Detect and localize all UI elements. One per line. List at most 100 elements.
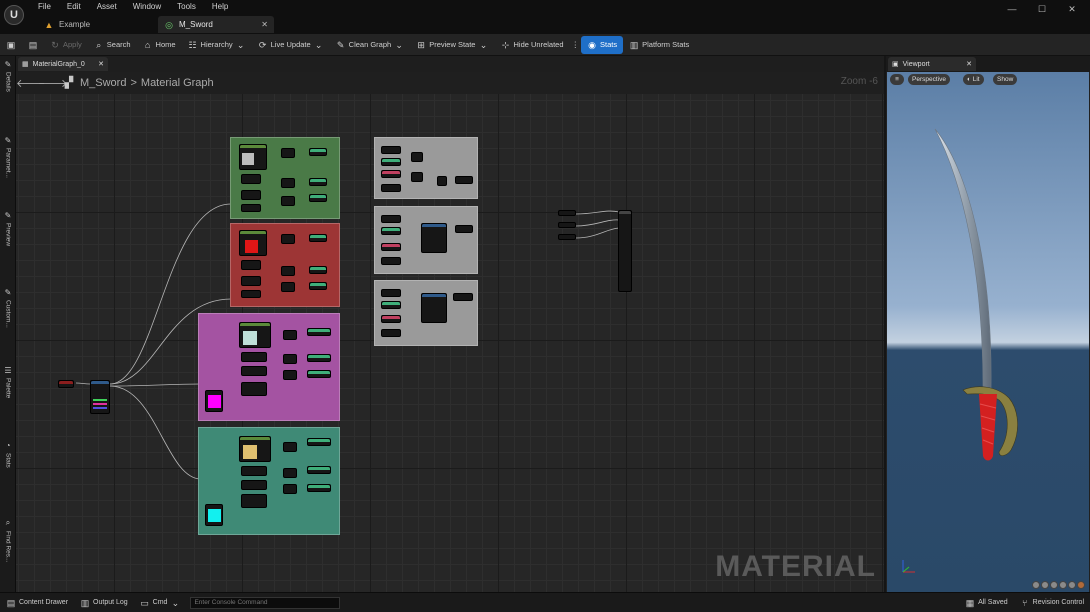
tab-m-sword[interactable]: ◎ M_Sword ✕ — [158, 16, 274, 33]
side-tab-details[interactable]: ✎ Details — [2, 60, 14, 92]
material-output-node[interactable] — [618, 210, 632, 292]
graph-node[interactable] — [281, 282, 295, 292]
graph-canvas[interactable]: MATERIAL — [16, 94, 884, 592]
graph-node[interactable] — [381, 289, 401, 297]
minimize-icon[interactable]: — — [1006, 3, 1018, 15]
breadcrumb-asset[interactable]: M_Sword — [80, 77, 126, 89]
menu-help[interactable]: Help — [212, 2, 236, 11]
graph-node[interactable] — [309, 234, 327, 242]
menu-edit[interactable]: Edit — [67, 2, 89, 11]
maximize-icon[interactable]: ☐ — [1036, 3, 1048, 15]
graph-node[interactable] — [455, 176, 473, 184]
unreal-logo-icon[interactable]: U — [4, 5, 24, 25]
preview-plane-icon[interactable] — [1050, 581, 1058, 589]
graph-node[interactable] — [283, 370, 297, 380]
forward-arrow-icon[interactable]: 🡒 — [38, 76, 68, 90]
graph-node[interactable] — [281, 178, 295, 188]
graph-node[interactable] — [307, 438, 331, 446]
graph-node[interactable] — [241, 352, 267, 362]
preview-mesh-icon[interactable] — [1068, 581, 1076, 589]
preview-settings-icon[interactable] — [1077, 581, 1085, 589]
graph-node[interactable] — [411, 172, 423, 182]
apply-button[interactable]: ↻ Apply — [44, 36, 88, 54]
graph-node[interactable] — [239, 144, 267, 170]
graph-node[interactable] — [283, 330, 297, 340]
side-tab-parameters[interactable]: ✎ Paramet... — [2, 136, 14, 178]
close-tab-icon[interactable]: ✕ — [261, 20, 268, 29]
preview-cylinder-icon[interactable] — [1041, 581, 1049, 589]
graph-node[interactable] — [90, 380, 110, 414]
menu-file[interactable]: File — [38, 2, 59, 11]
graph-node[interactable] — [283, 354, 297, 364]
graph-node[interactable] — [437, 176, 447, 186]
graph-node[interactable] — [381, 329, 401, 337]
graph-node[interactable] — [309, 148, 327, 156]
graph-node[interactable] — [307, 484, 331, 492]
side-tab-custom[interactable]: ✎ Custom... — [2, 288, 14, 328]
graph-node[interactable] — [381, 257, 401, 265]
graph-node[interactable] — [558, 234, 576, 240]
graph-node[interactable] — [381, 215, 401, 223]
breadcrumb-graph[interactable]: Material Graph — [141, 77, 214, 89]
graph-node[interactable] — [455, 225, 473, 233]
graph-node[interactable] — [241, 366, 267, 376]
graph-node[interactable] — [241, 382, 267, 396]
more-options-icon[interactable]: ⋮ — [570, 36, 582, 54]
graph-node[interactable] — [381, 158, 401, 166]
graph-node[interactable] — [558, 222, 576, 228]
graph-node[interactable] — [281, 266, 295, 276]
graph-node[interactable] — [205, 504, 223, 526]
comment-box-red[interactable] — [230, 223, 340, 307]
home-button[interactable]: ⌂ Home — [137, 36, 182, 54]
close-window-icon[interactable]: ✕ — [1066, 3, 1078, 15]
cmd-dropdown[interactable]: ▭ Cmd ⌄ — [134, 595, 187, 611]
graph-node[interactable] — [309, 178, 327, 186]
comment-box-gray-2[interactable] — [374, 206, 478, 274]
graph-node[interactable] — [381, 301, 401, 309]
graph-node[interactable] — [381, 146, 401, 154]
graph-node[interactable] — [239, 436, 271, 462]
browse-button[interactable]: ▤ — [22, 36, 44, 54]
graph-node[interactable] — [309, 282, 327, 290]
live-update-button[interactable]: ⟳ Live Update ⌄ — [252, 36, 330, 54]
graph-node[interactable] — [241, 190, 261, 200]
graph-node[interactable] — [241, 204, 261, 212]
graph-node[interactable] — [58, 380, 74, 388]
graph-node[interactable] — [241, 466, 267, 476]
graph-node[interactable] — [307, 466, 331, 474]
comment-box-green[interactable] — [230, 137, 340, 219]
graph-node[interactable] — [241, 494, 267, 508]
graph-node[interactable] — [241, 480, 267, 490]
back-arrow-icon[interactable]: 🡐 — [16, 76, 46, 90]
close-tab-icon[interactable]: ✕ — [98, 60, 104, 68]
console-command-input[interactable] — [190, 596, 341, 609]
preview-state-button[interactable]: ⊞ Preview State ⌄ — [410, 36, 494, 54]
graph-node[interactable] — [558, 210, 576, 216]
graph-node[interactable] — [421, 223, 447, 253]
graph-node[interactable] — [241, 174, 261, 184]
side-tab-stats[interactable]: ◔ Stats — [2, 441, 14, 468]
graph-node[interactable] — [205, 390, 223, 412]
menu-window[interactable]: Window — [133, 2, 169, 11]
search-button[interactable]: ⌕ Search — [88, 36, 137, 54]
graph-node[interactable] — [283, 442, 297, 452]
tab-viewport[interactable]: ▣ Viewport ✕ — [888, 57, 976, 71]
menu-tools[interactable]: Tools — [177, 2, 204, 11]
graph-node[interactable] — [241, 276, 261, 286]
preview-sphere-icon[interactable] — [1032, 581, 1040, 589]
tab-example[interactable]: ▲ Example — [38, 16, 148, 33]
comment-box-gray-1[interactable] — [374, 137, 478, 199]
graph-node[interactable] — [241, 260, 261, 270]
graph-node[interactable] — [381, 184, 401, 192]
comment-box-gray-3[interactable] — [374, 280, 478, 346]
output-log-button[interactable]: ▥ Output Log — [74, 595, 134, 611]
graph-node[interactable] — [281, 148, 295, 158]
graph-node[interactable] — [241, 290, 261, 298]
graph-node[interactable] — [307, 370, 331, 378]
graph-node[interactable] — [239, 230, 267, 256]
graph-node[interactable] — [309, 266, 327, 274]
all-saved-button[interactable]: ▦ All Saved — [959, 595, 1014, 611]
side-tab-palette[interactable]: ☰ Palette — [2, 366, 14, 398]
graph-node[interactable] — [281, 196, 295, 206]
graph-node[interactable] — [281, 234, 295, 244]
